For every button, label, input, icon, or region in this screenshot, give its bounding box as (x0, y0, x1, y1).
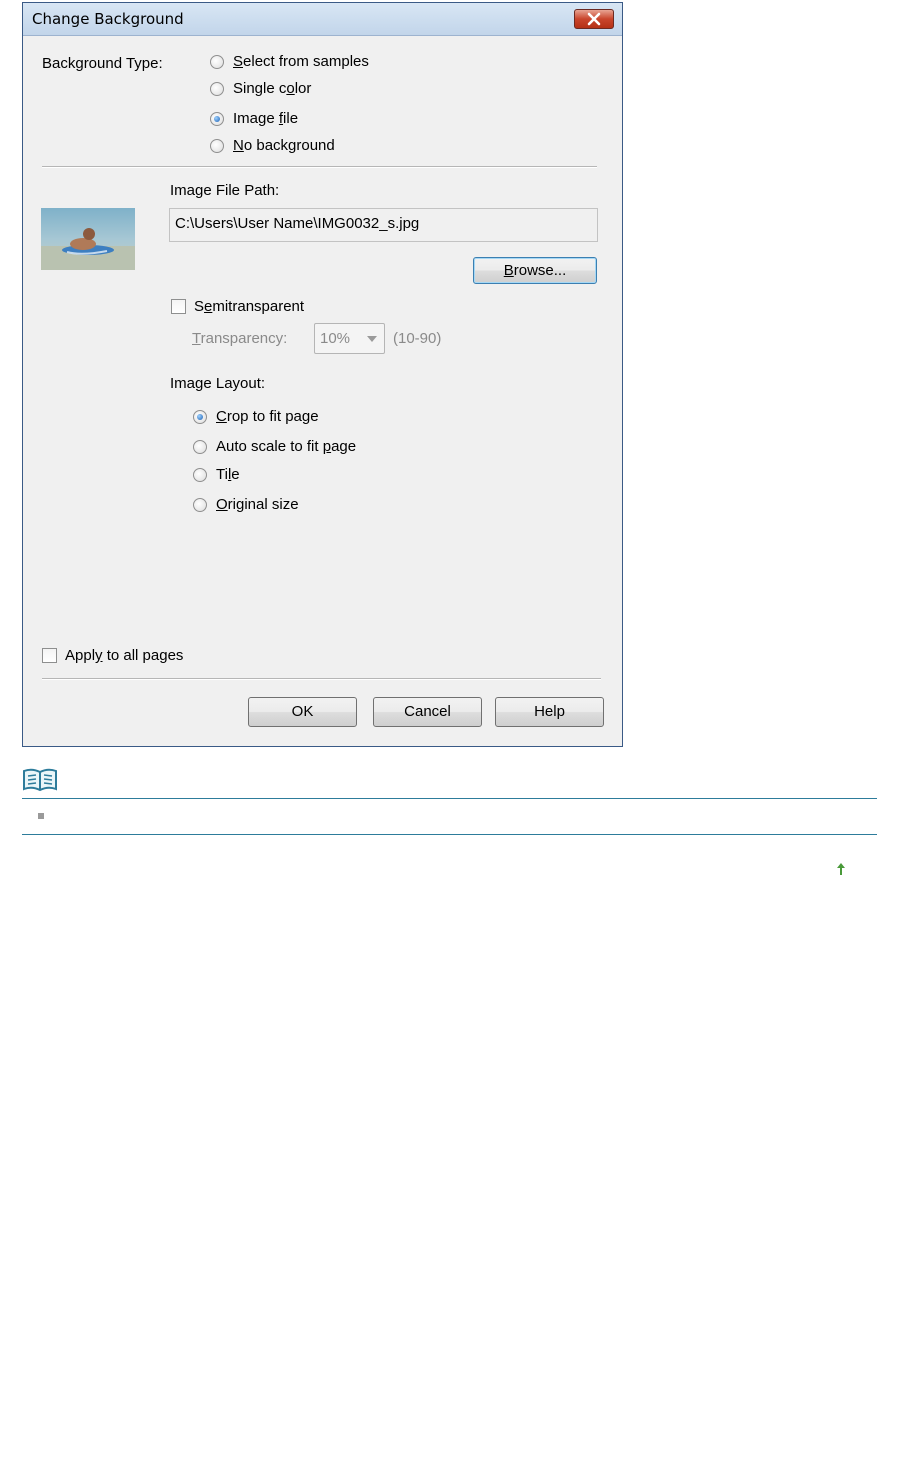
radio-button[interactable] (210, 82, 224, 96)
apply-all-checkbox[interactable] (42, 648, 57, 663)
semitransparent-label: Semitransparent (194, 298, 305, 315)
radio-button[interactable] (210, 139, 224, 153)
divider (42, 678, 601, 680)
close-button[interactable] (574, 9, 614, 29)
divider (42, 166, 597, 168)
bg-type-label-no-background: No background (233, 137, 335, 154)
bg-type-label-samples: Select from samples (233, 53, 369, 70)
radio-button[interactable] (193, 498, 207, 512)
bg-type-label-image-file: Image file (233, 110, 299, 127)
close-icon (587, 12, 601, 26)
radio-button-selected[interactable] (193, 410, 207, 424)
image-file-path-value: C:\Users\User Name\IMG0032_s.jpg (175, 215, 420, 232)
note-book-icon (23, 768, 57, 792)
cancel-button[interactable]: Cancel (373, 697, 482, 727)
image-file-path-label: Image File Path: (170, 182, 280, 199)
title-bar: Change Background (23, 3, 622, 36)
change-background-dialog: Change Background (22, 2, 623, 747)
radio-button[interactable] (210, 55, 224, 69)
help-button[interactable]: Help (495, 697, 604, 727)
layout-label-crop: Crop to fit page (216, 408, 319, 425)
up-arrow-icon[interactable] (835, 862, 847, 876)
chevron-down-icon (367, 336, 377, 342)
image-file-path-field[interactable]: C:\Users\User Name\IMG0032_s.jpg (169, 208, 598, 242)
ok-button[interactable]: OK (248, 697, 357, 727)
bg-type-label-single-color: Single color (233, 80, 312, 97)
background-type-label: Background Type: (42, 55, 163, 72)
transparency-label: Transparency: (192, 330, 288, 347)
dialog-title: Change Background (32, 10, 184, 28)
transparency-select[interactable]: 10% (314, 323, 385, 354)
browse-button[interactable]: Browse... (473, 257, 597, 284)
bullet-square-icon (38, 813, 44, 819)
note-top-rule (22, 798, 877, 799)
image-layout-label: Image Layout: (170, 375, 266, 392)
transparency-range: (10-90) (393, 330, 442, 347)
transparency-select-value: 10% (320, 330, 351, 347)
semitransparent-checkbox[interactable] (171, 299, 186, 314)
layout-label-auto-scale: Auto scale to fit page (216, 438, 357, 455)
apply-all-label: Apply to all pages (65, 647, 184, 664)
note-bottom-rule (22, 834, 877, 835)
background-image-thumbnail (41, 208, 135, 270)
radio-button-selected[interactable] (210, 112, 224, 126)
layout-label-tile: Tile (216, 466, 240, 483)
radio-button[interactable] (193, 440, 207, 454)
layout-label-original: Original size (216, 496, 299, 513)
radio-button[interactable] (193, 468, 207, 482)
